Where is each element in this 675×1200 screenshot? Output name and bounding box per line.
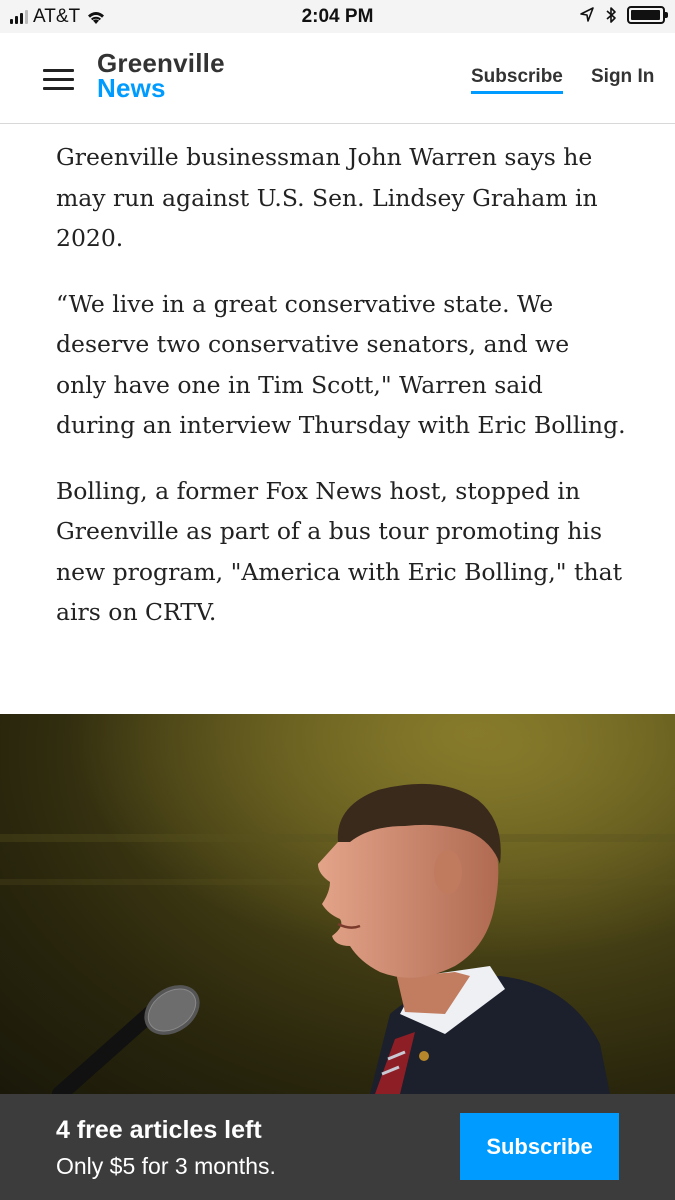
- article-paragraph: Greenville businessman John Warren says …: [56, 143, 598, 252]
- subscribe-link[interactable]: Subscribe: [471, 66, 563, 94]
- article-paragraph: Bolling, a former Fox News host, stopped…: [56, 476, 623, 627]
- sign-in-link[interactable]: Sign In: [591, 66, 654, 88]
- logo-news: News: [97, 73, 166, 103]
- status-bar: AT&T 2:04 PM: [0, 0, 675, 33]
- site-header: Greenville News Subscribe Sign In: [0, 33, 675, 124]
- clock: 2:04 PM: [301, 6, 374, 27]
- hamburger-menu-icon[interactable]: [43, 69, 74, 91]
- battery-icon: [627, 6, 668, 24]
- location-icon: [580, 7, 594, 22]
- article-body: Greenville businessman John Warren says …: [56, 137, 626, 658]
- article-paragraph: “We live in a great conservative state. …: [56, 289, 626, 440]
- paywall-banner: 4 free articles left Only $5 for 3 month…: [0, 1094, 675, 1200]
- site-logo[interactable]: Greenville News: [97, 50, 225, 103]
- free-articles-left: 4 free articles left: [56, 1116, 262, 1144]
- bluetooth-icon: [606, 7, 616, 23]
- article-photo[interactable]: [0, 714, 675, 1094]
- paywall-subscribe-button[interactable]: Subscribe: [460, 1113, 619, 1180]
- subscription-offer: Only $5 for 3 months.: [56, 1153, 276, 1179]
- speaker-illustration: [0, 714, 675, 1094]
